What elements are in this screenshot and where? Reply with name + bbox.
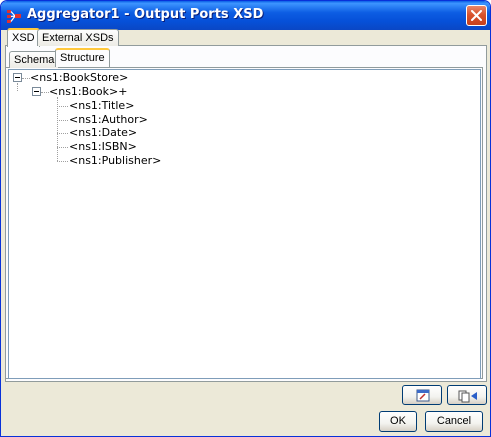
cancel-button[interactable]: Cancel <box>425 411 483 432</box>
tree-connector <box>41 92 49 93</box>
dialog-window: Aggregator1 - Output Ports XSD XSD Exter… <box>0 0 491 437</box>
aggregator-app-icon <box>7 10 21 23</box>
structure-tree[interactable]: <ns1:BookStore> <ns1:Book>+ <ns1:Title> … <box>8 69 481 379</box>
tab-xsd[interactable]: XSD <box>7 28 40 47</box>
ok-button[interactable]: OK <box>379 411 417 432</box>
tree-node-author[interactable]: <ns1:Author> <box>69 113 148 126</box>
collapse-toggle-icon[interactable] <box>32 87 41 96</box>
close-button[interactable] <box>466 5 487 26</box>
tree-node-title[interactable]: <ns1:Title> <box>69 99 134 112</box>
tree-node-publisher[interactable]: <ns1:Publisher> <box>69 154 161 167</box>
tab-external-xsds[interactable]: External XSDs <box>37 29 119 46</box>
tree-connector <box>57 161 68 162</box>
close-icon <box>471 10 482 21</box>
tree-node-bookstore[interactable]: <ns1:BookStore> <box>30 71 128 84</box>
tree-node-date[interactable]: <ns1:Date> <box>69 126 137 139</box>
tree-connector <box>17 83 18 91</box>
tree-node-isbn[interactable]: <ns1:ISBN> <box>69 140 137 153</box>
tab-schema[interactable]: Schema <box>9 51 60 68</box>
tree-connector <box>57 106 68 107</box>
copy-back-button[interactable] <box>447 385 487 405</box>
tree-connector <box>22 78 30 79</box>
tab-structure[interactable]: Structure <box>55 48 110 67</box>
copy-back-icon <box>458 390 477 403</box>
tree-connector <box>57 120 68 121</box>
window-title: Aggregator1 - Output Ports XSD <box>27 7 264 22</box>
tree-node-book[interactable]: <ns1:Book>+ <box>49 85 127 98</box>
title-bar[interactable]: Aggregator1 - Output Ports XSD <box>1 1 490 30</box>
tree-connector <box>57 133 68 134</box>
edit-schema-icon <box>416 389 430 402</box>
edit-schema-button[interactable] <box>402 385 442 405</box>
collapse-toggle-icon[interactable] <box>13 73 22 82</box>
tree-connector <box>57 147 68 148</box>
